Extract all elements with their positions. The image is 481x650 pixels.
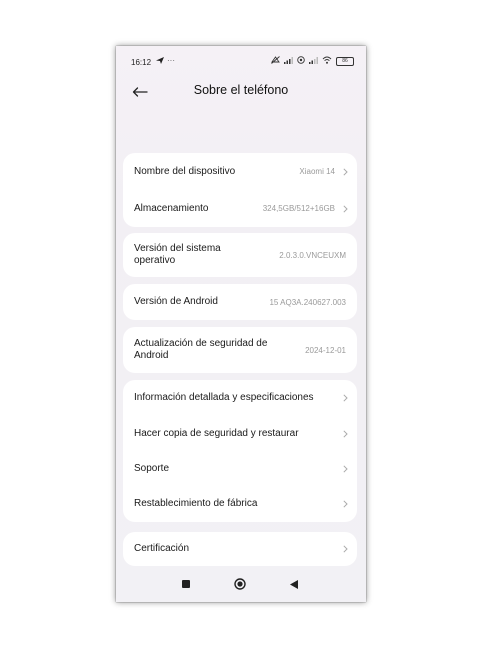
hotspot-icon: [297, 56, 305, 66]
chevron-right-icon: [341, 544, 349, 554]
row-label: Nombre del dispositivo: [134, 165, 236, 177]
recents-button[interactable]: [176, 574, 196, 594]
row-value: 2.0.3.0.VNCEUXM: [279, 250, 346, 260]
row-support[interactable]: Soporte: [123, 451, 357, 486]
row-device-name[interactable]: Nombre del dispositivo Xiaomi 14: [123, 153, 357, 190]
circle-icon: [234, 578, 246, 590]
row-label: Actualización de seguridad de Android: [134, 338, 268, 361]
page-title: Sobre el teléfono: [193, 83, 289, 97]
status-bar: 16:12 ··· 86: [116, 46, 366, 78]
row-value: Xiaomi 14: [299, 167, 335, 176]
wifi-icon: [322, 56, 332, 66]
card-certification: Certificación: [123, 532, 357, 566]
status-icons: 86: [271, 56, 354, 66]
navigation-bar: [116, 566, 366, 602]
card-menu: Información detallada y especificaciones…: [123, 380, 357, 522]
header: Sobre el teléfono: [116, 78, 366, 114]
row-label: Soporte: [134, 462, 170, 474]
row-value: 15 AQ3A.240627.003: [269, 297, 346, 307]
chevron-right-icon: [341, 429, 349, 439]
row-security-update: Actualización de seguridad de Android 20…: [123, 327, 357, 373]
row-label: Almacenamiento: [134, 202, 209, 214]
row-factory-reset[interactable]: Restablecimiento de fábrica: [123, 486, 357, 522]
home-button[interactable]: [230, 574, 250, 594]
card-security-update: Actualización de seguridad de Android 20…: [123, 327, 357, 373]
row-label: Hacer copia de seguridad y restaurar: [134, 427, 299, 439]
signal-2-icon: [309, 56, 318, 66]
triangle-left-icon: [290, 579, 298, 589]
row-value: 324,5GB/512+16GB: [262, 204, 335, 213]
location-arrow-icon: [156, 57, 164, 66]
row-label: Versión de Android: [134, 296, 218, 307]
row-detailed-info[interactable]: Información detallada y especificaciones: [123, 380, 357, 416]
row-os-version: Versión del sistema operativo 2.0.3.0.VN…: [123, 233, 357, 277]
chevron-right-icon: [341, 204, 349, 214]
chevron-right-icon: [341, 167, 349, 177]
row-backup[interactable]: Hacer copia de seguridad y restaurar: [123, 416, 357, 451]
row-android-version: Versión de Android 15 AQ3A.240627.003: [123, 284, 357, 320]
chevron-right-icon: [341, 499, 349, 509]
status-dots: ···: [167, 56, 175, 65]
row-label: Restablecimiento de fábrica: [134, 498, 258, 509]
chevron-right-icon: [341, 464, 349, 474]
row-label: Información detallada y especificaciones: [134, 392, 314, 403]
row-label: Certificación: [134, 543, 190, 554]
card-os-version: Versión del sistema operativo 2.0.3.0.VN…: [123, 233, 357, 277]
chevron-right-icon: [341, 393, 349, 403]
row-certification[interactable]: Certificación: [123, 532, 357, 566]
battery-icon: 86: [336, 56, 354, 66]
nav-back-button[interactable]: [284, 574, 304, 594]
square-icon: [182, 580, 190, 588]
status-time: 16:12: [131, 58, 152, 67]
card-android-version: Versión de Android 15 AQ3A.240627.003: [123, 284, 357, 320]
signal-icon: [284, 56, 293, 66]
row-value: 2024-12-01: [305, 345, 346, 355]
mute-icon: [271, 56, 280, 66]
row-storage[interactable]: Almacenamiento 324,5GB/512+16GB: [123, 190, 357, 227]
row-label: Versión del sistema operativo: [134, 243, 221, 266]
card-device: Nombre del dispositivo Xiaomi 14 Almacen…: [123, 153, 357, 227]
phone-screen: 16:12 ··· 86 Sobre el teléfono Nombre de…: [116, 46, 366, 602]
